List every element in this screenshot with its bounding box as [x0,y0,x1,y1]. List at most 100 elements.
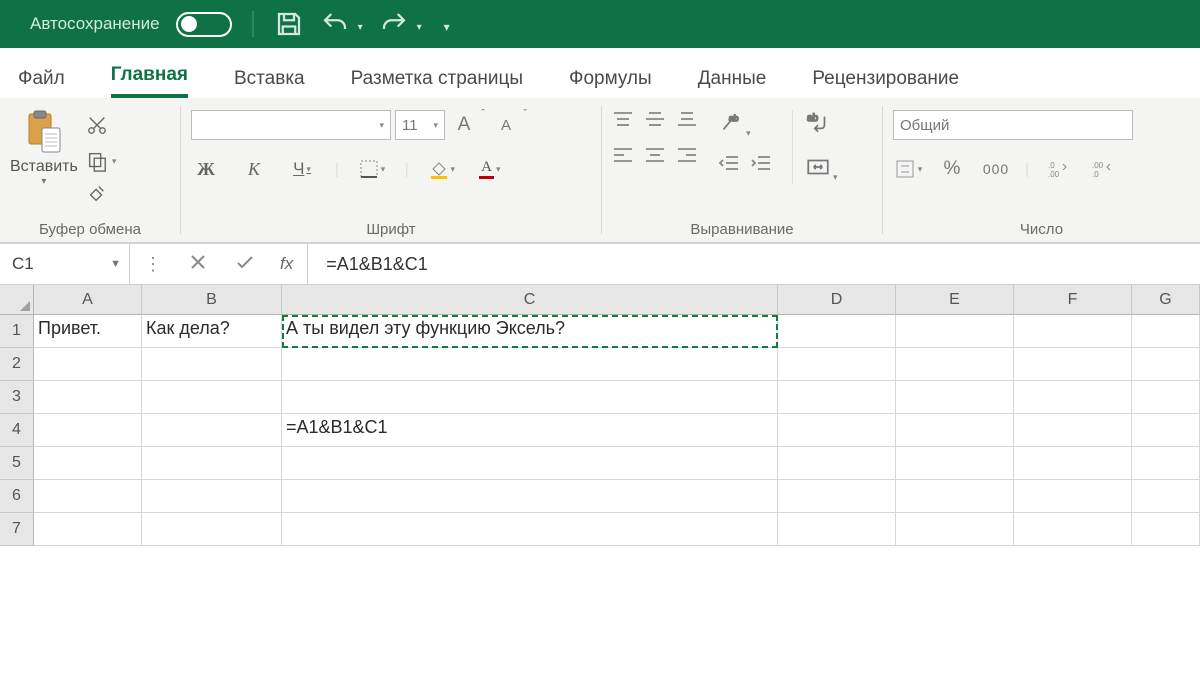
tab-review[interactable]: Рецензирование [812,68,959,98]
cell-D6[interactable] [778,480,896,513]
select-all-corner[interactable] [0,285,34,315]
tab-home[interactable]: Главная [111,64,188,98]
formula-input[interactable] [308,254,1200,275]
decrease-decimal-icon[interactable]: .00.0 [1087,154,1117,184]
enter-icon[interactable] [234,252,254,276]
tab-page-layout[interactable]: Разметка страницы [351,68,523,98]
cell-C4[interactable]: =A1&B1&C1 [282,414,778,447]
italic-button[interactable]: К [239,154,269,184]
font-name-combo[interactable]: ▾ [191,110,391,140]
decrease-font-icon[interactable]: Aˇ [491,110,521,140]
cell-F5[interactable] [1014,447,1132,480]
cell-D1[interactable] [778,315,896,348]
cut-icon[interactable] [86,114,117,140]
save-icon[interactable] [274,9,304,39]
autosave-toggle[interactable] [176,12,232,37]
cell-D2[interactable] [778,348,896,381]
col-header-F[interactable]: F [1014,285,1132,315]
underline-button[interactable]: Ч▾ [287,154,317,184]
border-icon[interactable]: ▾ [357,154,387,184]
align-top-icon[interactable] [612,110,634,132]
cell-D3[interactable] [778,381,896,414]
cell-D5[interactable] [778,447,896,480]
cell-E5[interactable] [896,447,1014,480]
cell-B5[interactable] [142,447,282,480]
cell-C7[interactable] [282,513,778,546]
row-header-3[interactable]: 3 [0,381,34,414]
cell-G1[interactable] [1132,315,1200,348]
cell-E4[interactable] [896,414,1014,447]
col-header-D[interactable]: D [778,285,896,315]
cell-F6[interactable] [1014,480,1132,513]
cell-F4[interactable] [1014,414,1132,447]
col-header-C[interactable]: C [282,285,778,315]
tab-formulas[interactable]: Формулы [569,68,652,98]
col-header-G[interactable]: G [1132,285,1200,315]
redo-dropdown-icon[interactable]: ▾ [417,22,422,33]
col-header-E[interactable]: E [896,285,1014,315]
row-header-7[interactable]: 7 [0,513,34,546]
copy-icon[interactable]: ▾ [86,150,117,172]
cell-E2[interactable] [896,348,1014,381]
fill-color-icon[interactable]: ▾ [427,154,457,184]
cell-B2[interactable] [142,348,282,381]
cell-B4[interactable] [142,414,282,447]
accounting-format-icon[interactable]: ▾ [893,154,923,184]
cell-C5[interactable] [282,447,778,480]
cell-F3[interactable] [1014,381,1132,414]
comma-style-button[interactable]: 000 [981,154,1011,184]
cancel-icon[interactable] [188,252,208,276]
cell-E3[interactable] [896,381,1014,414]
name-box[interactable]: C1 ▼ [0,244,130,284]
align-right-icon[interactable] [676,146,698,168]
cell-G3[interactable] [1132,381,1200,414]
undo-dropdown-icon[interactable]: ▾ [358,22,363,33]
paste-button[interactable]: Вставить ▾ [10,110,78,187]
cell-B7[interactable] [142,513,282,546]
cell-C2[interactable] [282,348,778,381]
percent-button[interactable]: % [937,154,967,184]
cell-D7[interactable] [778,513,896,546]
increase-font-icon[interactable]: Aˆ [449,110,479,140]
paste-dropdown-icon[interactable]: ▾ [41,176,46,187]
format-painter-icon[interactable] [86,182,117,208]
cell-E7[interactable] [896,513,1014,546]
cell-E6[interactable] [896,480,1014,513]
number-format-combo[interactable]: Общий [893,110,1133,140]
cell-E1[interactable] [896,315,1014,348]
col-header-B[interactable]: B [142,285,282,315]
row-header-4[interactable]: 4 [0,414,34,447]
cell-B6[interactable] [142,480,282,513]
cell-A3[interactable] [34,381,142,414]
increase-indent-icon[interactable] [750,154,772,176]
cell-G4[interactable] [1132,414,1200,447]
cell-G6[interactable] [1132,480,1200,513]
align-middle-icon[interactable] [644,110,666,132]
cell-C3[interactable] [282,381,778,414]
cell-G5[interactable] [1132,447,1200,480]
cell-G2[interactable] [1132,348,1200,381]
cell-F2[interactable] [1014,348,1132,381]
tab-data[interactable]: Данные [698,68,767,98]
cell-G7[interactable] [1132,513,1200,546]
row-header-6[interactable]: 6 [0,480,34,513]
col-header-A[interactable]: A [34,285,142,315]
cell-A6[interactable] [34,480,142,513]
merge-icon[interactable]: ▾ [805,154,838,184]
row-header-1[interactable]: 1 [0,315,34,348]
name-box-dropdown-icon[interactable]: ▼ [110,258,121,270]
cell-C6[interactable] [282,480,778,513]
increase-decimal-icon[interactable]: .0.00 [1043,154,1073,184]
row-header-5[interactable]: 5 [0,447,34,480]
align-left-icon[interactable] [612,146,634,168]
row-header-2[interactable]: 2 [0,348,34,381]
qat-more-icon[interactable]: ▾ [444,20,450,34]
cell-D4[interactable] [778,414,896,447]
bold-button[interactable]: Ж [191,154,221,184]
cell-A5[interactable] [34,447,142,480]
cell-F7[interactable] [1014,513,1132,546]
cell-B3[interactable] [142,381,282,414]
tab-file[interactable]: Файл [18,68,65,98]
orientation-icon[interactable]: ab▾ [718,110,751,140]
decrease-indent-icon[interactable] [718,154,740,176]
